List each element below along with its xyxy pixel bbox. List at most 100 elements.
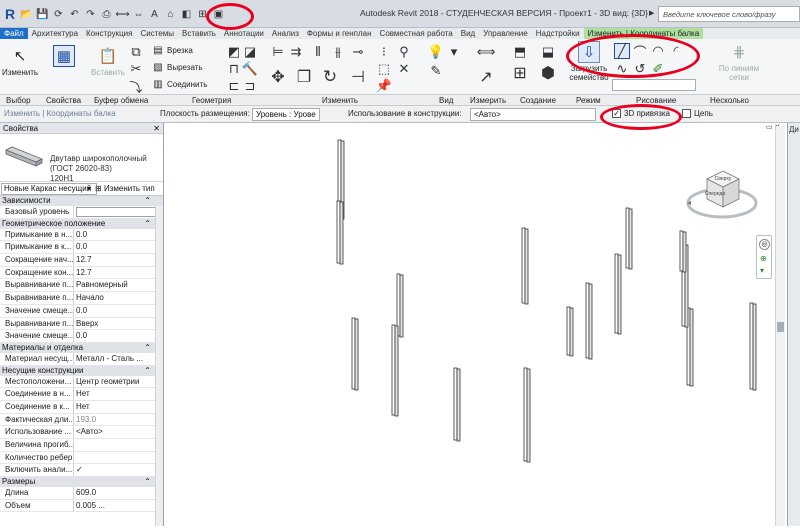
property-value[interactable]: Металл - Сталь ... [74,353,163,365]
property-value[interactable]: Нет [74,401,163,413]
property-value[interactable]: 12.7 [74,254,163,266]
open-icon[interactable]: 📂 [20,8,33,21]
draw-options-select[interactable] [612,79,696,91]
beam-element[interactable] [566,306,574,357]
property-value[interactable]: 0.0 [74,330,163,342]
property-category[interactable]: Материалы и отделка ⌃ [0,342,163,353]
collapse-icon[interactable]: ⌃ [144,219,151,229]
hide-icon[interactable]: 💡 [428,44,444,60]
view-options-icon[interactable]: ▾ [446,44,462,60]
beam-element[interactable] [391,324,399,417]
offset-icon[interactable]: ⇉ [288,44,304,60]
copy-element-icon[interactable]: ❐ [296,69,312,86]
chain-checkbox[interactable] [682,109,691,118]
tab-addins[interactable]: Надстройки [532,28,584,39]
beam-element[interactable] [523,367,531,463]
tab-architecture[interactable]: Архитектура [28,28,82,39]
property-value[interactable]: 0.0 [74,229,163,241]
beam-element[interactable] [521,227,529,305]
pin-icon[interactable]: 📌 [376,78,392,94]
beam-element[interactable] [614,253,622,335]
tab-systems[interactable]: Системы [136,28,178,39]
view-scrollbar-thumb[interactable] [777,322,784,332]
chevron-down-icon[interactable]: ▾ [87,184,91,193]
type-selector-dropdown[interactable]: Новые Каркас несущий [1,182,97,195]
array-icon[interactable]: ⁝ [376,44,392,60]
measure-distance-icon[interactable]: ⟺ [477,44,496,60]
create-parts-icon[interactable]: ⬒ [512,44,528,60]
cut-icon[interactable]: ✂ [128,61,144,77]
tab-massing[interactable]: Формы и генплан [303,28,376,39]
tab-file[interactable]: Файл [0,28,28,39]
structural-usage-select[interactable]: <Авто> [470,108,596,121]
redo-icon[interactable]: ↷ [84,8,97,21]
tab-analyze[interactable]: Анализ [268,28,303,39]
property-value[interactable]: 12.7 [74,267,163,279]
scale-icon[interactable]: ⬚ [376,61,392,77]
mirror-draw-icon[interactable]: ⫵ [330,44,346,60]
property-value[interactable]: Вверх [74,318,163,330]
rotate-icon[interactable]: ↻ [322,67,338,86]
property-value[interactable] [76,207,161,217]
undo-icon[interactable]: ↶ [68,8,81,21]
trim-icon[interactable]: ⊣ [350,69,366,86]
property-category[interactable]: Геометрическое положение ⌃ [0,218,163,229]
edit-type-button[interactable]: ⊞ Изменить тип [95,184,155,193]
collapse-icon[interactable]: ⌃ [144,477,151,487]
split-icon[interactable]: ⊸ [350,44,366,60]
align-icon[interactable]: ⊨ [270,44,286,60]
property-value[interactable]: Нет [74,388,163,400]
tab-collaborate[interactable]: Совместная работа [376,28,457,39]
property-category[interactable]: Несущие конструкции ⌃ [0,365,163,376]
property-value[interactable]: Центр геометрии [74,376,163,388]
split-face-icon[interactable]: ◪ [242,44,258,60]
wall-joins-icon[interactable]: ⊓ [226,61,242,77]
move-icon[interactable]: ✥ [270,69,286,86]
modify-button[interactable]: ↖ Изменить [2,45,38,78]
save-icon[interactable]: 💾 [36,8,49,21]
delete-icon[interactable]: ✕ [396,61,412,77]
on-gridlines-button[interactable]: ⋕ По линиям сетки [714,41,764,83]
property-value[interactable]: Начало [74,292,163,304]
cut-out-button[interactable]: ▧ Вырезать [152,62,202,73]
section-icon[interactable]: ◧ [180,8,193,21]
tab-view[interactable]: Вид [457,28,479,39]
property-value[interactable]: 0.005 ... [74,500,163,512]
beam-element[interactable] [351,317,359,391]
match-type-icon[interactable]: ⤵ [128,78,144,95]
beam-element[interactable] [585,282,593,360]
property-value[interactable]: 193.0 [74,414,163,426]
properties-button[interactable]: ▦ [50,45,78,68]
property-value[interactable]: 609.0 [74,487,163,499]
join-button[interactable]: ▥ Соединить [152,79,207,90]
paint-icon[interactable]: ◩ [226,44,242,60]
property-value[interactable]: 0.0 [74,241,163,253]
tab-manage[interactable]: Управление [479,28,531,39]
viewcube[interactable]: Сверху Спереди [685,165,759,221]
search-input[interactable]: Введите ключевое слово/фразу [658,6,800,22]
view-scrollbar[interactable] [775,126,785,526]
property-value[interactable] [74,439,163,451]
close-icon[interactable]: ✕ [153,124,160,133]
text-icon[interactable]: A [148,8,161,21]
property-value[interactable] [74,452,163,464]
revit-logo-icon[interactable]: R [3,6,17,22]
collapse-icon[interactable]: ⌃ [144,196,151,206]
property-value[interactable]: ✓ [74,464,163,476]
beam-element[interactable] [625,207,633,270]
cut-geometry-button[interactable]: ▤ Врезка [152,45,193,56]
properties-scrollbar[interactable] [155,206,163,526]
property-category[interactable]: Размеры ⌃ [0,477,163,488]
sync-icon[interactable]: ⟳ [52,8,65,21]
tab-insert[interactable]: Вставить [178,28,220,39]
unjoin-icon[interactable]: ⊐ [242,78,258,94]
3d-view-icon[interactable]: ⌂ [164,8,177,21]
beam-element[interactable] [336,200,344,265]
override-graphics-icon[interactable]: ✎ [428,63,444,79]
create-group-icon[interactable]: ⬓ [540,44,556,60]
paste-button[interactable]: 📋 Вставить [90,45,126,78]
panel-label-select[interactable]: Выбор [6,96,31,105]
property-category[interactable]: Зависимости ⌃ [0,196,163,206]
collapse-icon[interactable]: ⌃ [144,366,151,376]
copy-icon[interactable]: ⧉ [128,44,144,60]
